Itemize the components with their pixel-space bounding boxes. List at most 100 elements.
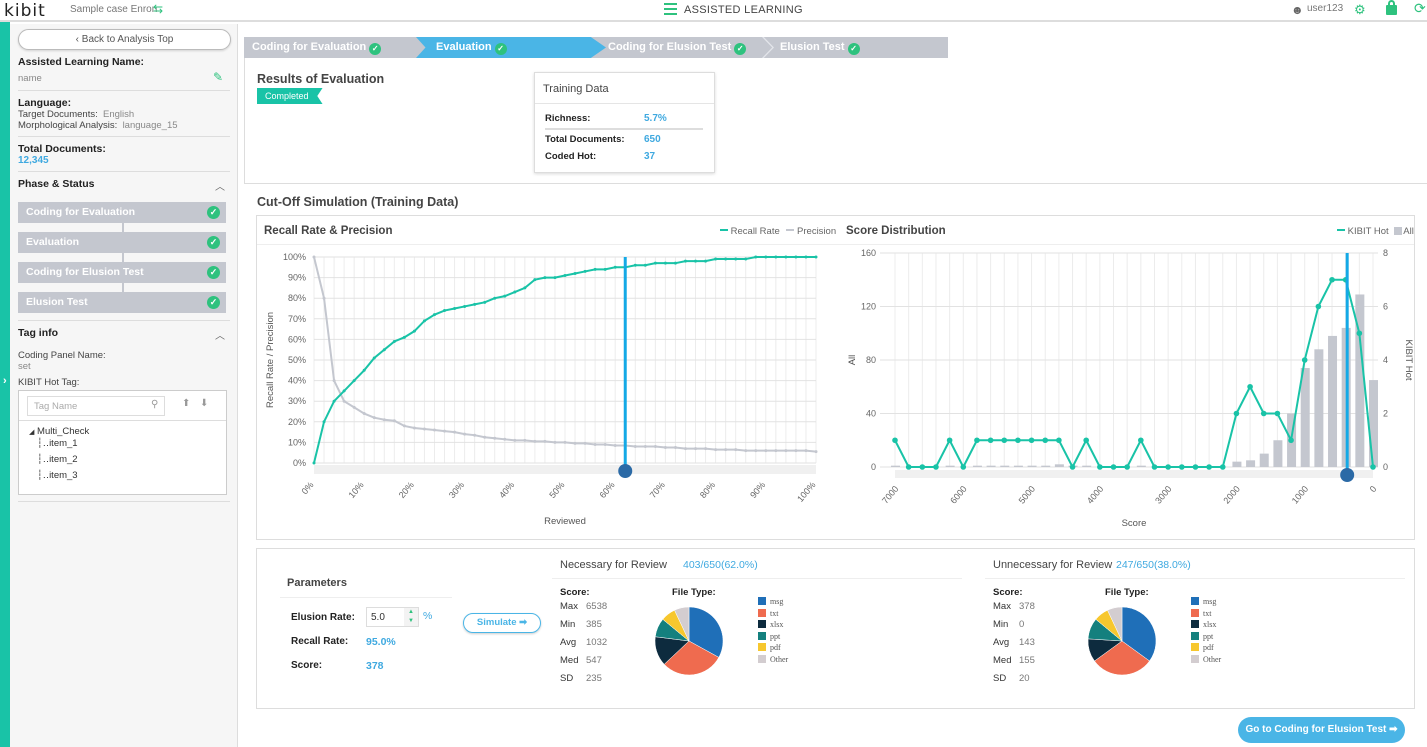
swap-icon[interactable]: ⇆ — [153, 2, 163, 16]
collapse-chevron-up-icon[interactable]: ︿ — [215, 178, 225, 193]
stat-med-value: 155 — [1019, 655, 1035, 666]
data-point — [1165, 464, 1171, 470]
pie-legend-item[interactable]: pdf — [758, 643, 781, 652]
data-point — [603, 267, 607, 271]
phase-coding-for-elusion-test[interactable]: Coding for Elusion Test ✓ — [18, 262, 226, 283]
richness-label: Richness: — [545, 113, 591, 124]
recall-chart-title: Recall Rate & Precision — [264, 225, 393, 237]
tree-root[interactable]: ◢ Multi_Check — [29, 426, 89, 437]
bar — [1273, 440, 1283, 467]
file-type-pie[interactable] — [1082, 601, 1162, 681]
pie-legend-item[interactable]: msg — [1191, 597, 1216, 606]
pie-legend-item[interactable]: Other — [758, 654, 788, 664]
go-to-coding-for-elusion-test-button[interactable]: Go to Coding for Elusion Test ➡ — [1238, 717, 1405, 743]
step-elusion-test[interactable]: Elusion Test ✓ — [780, 37, 860, 58]
divider — [18, 136, 230, 137]
name-label: Assisted Learning Name: — [18, 56, 145, 68]
recall-legend[interactable]: Recall Rate Precision — [720, 226, 836, 237]
decrement-icon[interactable]: ▼ — [408, 618, 414, 624]
gear-icon[interactable]: ⚙ — [1354, 2, 1366, 18]
elusion-rate-input[interactable]: 5.0 — [371, 612, 385, 623]
elusion-rate-label: Elusion Rate: — [291, 612, 355, 623]
case-name[interactable]: Sample case Enron — [70, 4, 157, 15]
phase-coding-for-evaluation[interactable]: Coding for Evaluation ✓ — [18, 202, 226, 223]
data-point — [332, 379, 336, 383]
phase-evaluation[interactable]: Evaluation ✓ — [18, 232, 226, 253]
data-point — [352, 405, 356, 409]
data-point — [704, 259, 708, 263]
recall-precision-chart[interactable]: 0% 10% 20% 30% 40% 50% 60% 70% 80% 90% 100% 0% 10% 20… — [256, 240, 836, 540]
data-point — [892, 437, 898, 444]
score-legend[interactable]: KIBIT Hot All — [1337, 226, 1414, 237]
phase-connector — [122, 253, 124, 262]
score-distribution-chart[interactable]: 0 40 80 120 160 0 2 4 6 8 7000 6000 5000 4000 3000 2000… — [840, 240, 1420, 540]
data-point — [473, 302, 477, 306]
username[interactable]: user123 — [1307, 3, 1343, 14]
logout-icon[interactable]: ⟳ — [1414, 0, 1426, 17]
tag-search-input[interactable]: Tag Name — [27, 396, 165, 416]
collapse-chevron-up-icon[interactable]: ︿ — [215, 327, 225, 342]
divider — [18, 171, 230, 172]
file-type-pie[interactable] — [649, 601, 729, 681]
bar — [1232, 461, 1242, 467]
pie-legend-item[interactable]: pdf — [1191, 643, 1214, 652]
data-point — [987, 437, 994, 444]
pie-legend-item[interactable]: Other — [1191, 654, 1221, 664]
check-icon: ✓ — [207, 206, 220, 219]
tree-item[interactable]: ┆‥item_1 — [37, 438, 78, 449]
data-point — [402, 424, 406, 428]
range-scrollbar — [314, 465, 816, 474]
bar — [1246, 460, 1256, 467]
data-point — [794, 255, 798, 259]
increment-icon[interactable]: ▲ — [408, 609, 414, 615]
tree-item[interactable]: ┆‥item_2 — [37, 454, 78, 465]
pie-legend-item[interactable]: txt — [1191, 608, 1211, 618]
data-point — [583, 269, 587, 273]
hot-tag-label: KIBIT Hot Tag: — [18, 377, 80, 388]
pie-legend-item[interactable]: ppt — [1191, 631, 1213, 641]
data-point — [523, 438, 527, 442]
data-point — [653, 261, 657, 265]
morph-label: Morphological Analysis: — [18, 120, 118, 131]
x-tick-label: 60% — [597, 480, 616, 500]
kibit-logo: kibit — [4, 1, 46, 21]
elusion-rate-stepper[interactable]: 5.0 ▲ ▼ — [366, 607, 419, 627]
pie-legend-item[interactable]: xlsx — [1191, 620, 1216, 629]
arrow-up-icon[interactable]: ⬆ — [182, 398, 190, 409]
data-point — [1274, 410, 1281, 417]
unnecessary-for-review: Unnecessary for Review 247/650(38.0%) Sc… — [985, 552, 1405, 702]
x-tick-label: 3000 — [1153, 484, 1174, 506]
menu-icon[interactable] — [664, 3, 677, 15]
pie-legend-item[interactable]: msg — [758, 597, 783, 606]
y-right-tick-label: 4 — [1383, 355, 1388, 365]
simulate-button[interactable]: Simulate ➡ — [463, 613, 541, 633]
tree-item[interactable]: ┆‥item_3 — [37, 470, 78, 481]
pie-legend-item[interactable]: txt — [758, 608, 778, 618]
training-data-card: Training Data Richness: 5.7% Total Docum… — [534, 72, 715, 173]
data-point — [553, 440, 557, 444]
pie-legend-item[interactable]: xlsx — [758, 620, 783, 629]
data-point — [714, 257, 718, 261]
y-left-tick-label: 40 — [866, 409, 876, 419]
step-coding-for-evaluation[interactable]: Coding for Evaluation ✓ — [252, 37, 382, 58]
edit-pencil-icon[interactable]: ✎ — [213, 70, 223, 84]
data-point — [543, 276, 547, 280]
back-to-analysis-top-button[interactable]: ‹ Back to Analysis Top — [18, 29, 231, 50]
search-icon[interactable]: ⚲ — [151, 399, 158, 410]
step-coding-for-elusion-test[interactable]: Coding for Elusion Test ✓ — [608, 37, 747, 58]
elusion-unit: % — [423, 610, 433, 622]
lock-icon[interactable] — [1386, 0, 1397, 15]
data-point — [503, 294, 507, 298]
cutoff-title: Cut-Off Simulation (Training Data) — [257, 195, 459, 209]
data-point — [1356, 330, 1363, 337]
data-point — [673, 261, 677, 265]
phase-elusion-test[interactable]: Elusion Test ✓ — [18, 292, 226, 313]
arrow-down-icon[interactable]: ⬇ — [200, 398, 208, 409]
data-point — [694, 447, 698, 451]
score-label: Score: — [291, 660, 323, 671]
step-evaluation[interactable]: Evaluation ✓ — [416, 37, 606, 58]
data-point — [372, 416, 376, 420]
bar — [1300, 368, 1310, 467]
pie-legend-item[interactable]: ppt — [758, 631, 780, 641]
data-point — [493, 436, 497, 440]
